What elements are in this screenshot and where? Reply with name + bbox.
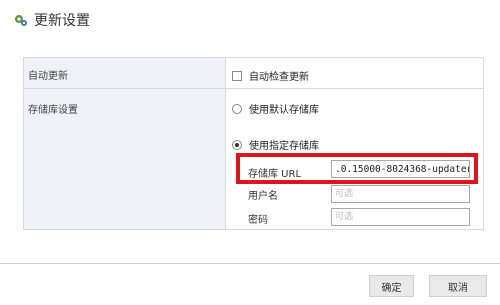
auto-update-section-label: 自动更新 (28, 71, 68, 82)
ok-button[interactable]: 确定 (369, 275, 414, 297)
use-default-repo-option[interactable]: 使用默认存储库 (232, 101, 319, 116)
username-input[interactable]: 可选 (331, 185, 470, 203)
url-highlight-box (236, 153, 478, 184)
window-title-bar: 更新设置 (14, 10, 90, 30)
use-default-repo-radio[interactable] (232, 103, 242, 114)
section-divider (24, 88, 483, 89)
window-title: 更新设置 (34, 13, 90, 29)
auto-check-update-checkbox[interactable] (232, 70, 242, 81)
settings-update-icon (15, 15, 27, 26)
auto-check-update-label: 自动检查更新 (249, 72, 309, 83)
cancel-button[interactable]: 取消 (429, 275, 487, 297)
auto-check-update-option[interactable]: 自动检查更新 (232, 68, 309, 83)
password-input[interactable]: 可选 (331, 208, 470, 226)
settings-label-column: 自动更新 存储库设置 (24, 58, 226, 229)
use-custom-repo-label: 使用指定存储库 (249, 141, 319, 152)
use-custom-repo-option[interactable]: 使用指定存储库 (232, 137, 319, 152)
password-label: 密码 (248, 215, 268, 226)
repository-section-label: 存储库设置 (28, 105, 78, 116)
footer-divider (0, 263, 500, 264)
use-default-repo-label: 使用默认存储库 (249, 105, 319, 116)
username-label: 用户名 (248, 191, 278, 202)
use-custom-repo-radio[interactable] (232, 139, 242, 150)
